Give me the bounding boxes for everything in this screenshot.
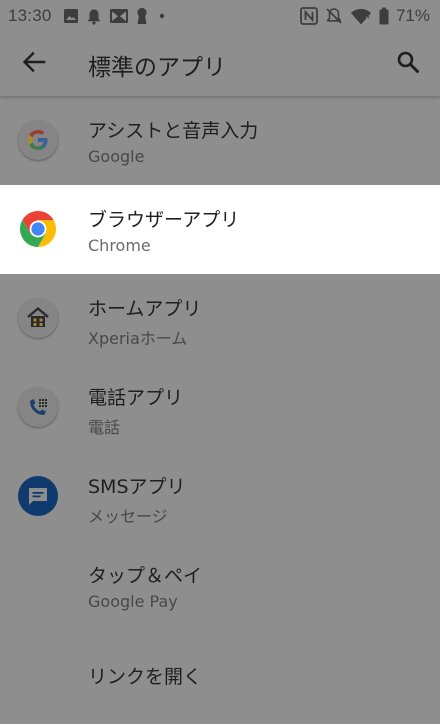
list-item-sms[interactable]: SMSアプリ メッセージ — [0, 452, 440, 541]
image-icon — [63, 8, 79, 24]
item-subtitle: Google Pay — [88, 592, 178, 611]
list-item-browser[interactable]: ブラウザーアプリ Chrome — [0, 185, 440, 274]
status-time: 13:30 — [8, 6, 52, 25]
search-icon — [396, 50, 420, 78]
list-item-open-links[interactable]: リンクを開く — [0, 630, 440, 719]
notifications-off-icon — [325, 7, 343, 25]
google-g-icon — [18, 120, 58, 160]
item-subtitle: Chrome — [88, 236, 151, 255]
list-item-home[interactable]: ホームアプリ Xperiaホーム — [0, 274, 440, 363]
item-title: SMSアプリ — [88, 476, 186, 498]
item-subtitle: メッセージ — [88, 507, 168, 526]
list-item-assist[interactable]: アシストと音声入力 Google — [0, 96, 440, 185]
list-item-tap-pay[interactable]: タップ＆ペイ Google Pay — [0, 541, 440, 630]
item-subtitle: 電話 — [88, 418, 121, 437]
item-title: ブラウザーアプリ — [88, 209, 240, 231]
status-right: 71% — [300, 6, 430, 26]
mail-icon — [109, 8, 129, 24]
status-bar: 13:30 71% — [0, 0, 440, 32]
keyhole-icon — [136, 7, 148, 25]
status-left: 13:30 — [8, 6, 169, 26]
list-item-phone[interactable]: 電話アプリ 電話 — [0, 363, 440, 452]
item-title: リンクを開く — [88, 666, 203, 688]
notification-bell-icon — [86, 8, 102, 25]
item-title: タップ＆ペイ — [88, 565, 203, 587]
xperia-home-icon — [18, 298, 58, 338]
item-title: アシストと音声入力 — [88, 120, 259, 142]
item-title: ホームアプリ — [88, 298, 202, 320]
item-subtitle: Google — [88, 147, 145, 166]
item-title: 電話アプリ — [88, 387, 184, 409]
battery-percent: 71% — [395, 6, 430, 25]
wifi-icon — [350, 7, 372, 25]
phone-dialer-icon — [18, 387, 58, 427]
back-button[interactable] — [18, 50, 50, 78]
chrome-icon — [18, 209, 58, 249]
search-button[interactable] — [392, 48, 424, 80]
more-dot-icon — [155, 9, 169, 23]
battery-icon — [379, 7, 389, 25]
messages-icon — [18, 476, 58, 516]
page-title: 標準のアプリ — [88, 55, 226, 81]
nfc-icon — [300, 7, 318, 25]
arrow-back-icon — [22, 51, 46, 77]
item-subtitle: Xperiaホーム — [88, 329, 188, 348]
app-bar: 標準のアプリ — [0, 32, 440, 96]
